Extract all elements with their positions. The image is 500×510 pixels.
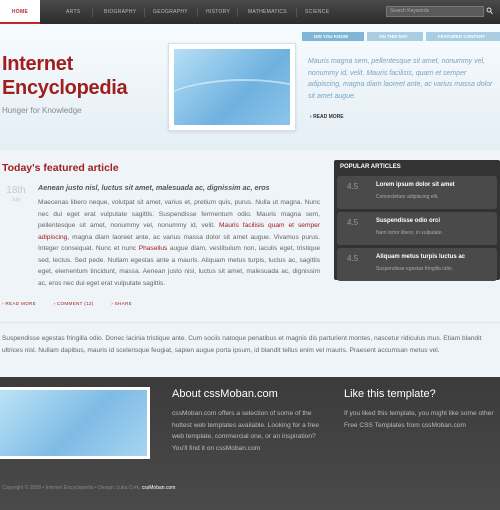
popular-articles-panel: POPULAR ARTICLES 4.5 Lorem ipsum dolor s… (334, 160, 500, 281)
article-links: › READ MORE › COMMENT (12) › SHARE (2, 301, 148, 306)
nav-divider (237, 8, 238, 17)
nav-divider (92, 8, 93, 17)
article-read-more-link[interactable]: › READ MORE (2, 301, 44, 306)
nav-home[interactable]: HOME (0, 0, 40, 24)
popular-item[interactable]: 4.5 Suspendisse odio orci Nam tortor lib… (337, 212, 497, 245)
popular-subtitle: Suspendisse egestas fringilla odio. (376, 266, 453, 272)
copyright-link[interactable]: cssMoban.com (142, 485, 176, 491)
date-day: 18th (6, 185, 26, 196)
nav-arts[interactable]: ARTS (66, 0, 80, 24)
article-body: Maecenas libero neque, volutpat sit amet… (38, 199, 320, 287)
site-title: Internet Encyclopedia (2, 52, 128, 100)
comment-link[interactable]: › COMMENT (12) (54, 301, 102, 306)
nav-history[interactable]: HISTORY (206, 0, 230, 24)
popular-item[interactable]: 4.5 Lorem ipsum dolor sit amet Consectet… (337, 176, 497, 209)
like-text: If you liked this template, you might li… (344, 410, 494, 429)
date-month: July (11, 197, 21, 203)
like-heading: Like this template? (344, 388, 436, 400)
footer-image (0, 387, 150, 459)
nav-divider (296, 8, 297, 17)
nav-mathematics[interactable]: MATHEMATICS (248, 0, 287, 24)
nav-divider (197, 8, 198, 17)
popular-rating: 4.5 (347, 254, 359, 263)
hero-read-more-link[interactable]: › READ MORE (310, 114, 344, 120)
site-title-line2: Encyclopedia (2, 77, 128, 99)
popular-heading: POPULAR ARTICLES (340, 164, 401, 170)
article-link[interactable]: Phasellus (139, 245, 168, 252)
article-date: 18th July (4, 185, 28, 203)
tab-featured-content[interactable]: FEATURED CONTENT (426, 32, 500, 41)
tab-on-this-day[interactable]: ON THIS DAY (367, 32, 423, 41)
hero-text: Mauris magna sem, pellentesque sit amet,… (308, 58, 493, 100)
nav-science[interactable]: SCIENCE (305, 0, 329, 24)
secondary-paragraph: Suspendisse egestas fringilla odio. Done… (2, 335, 482, 354)
popular-rating: 4.5 (347, 218, 359, 227)
article-subtitle: Aenean justo nisl, luctus sit amet, male… (38, 183, 270, 192)
search-input[interactable]: Search Keywords (386, 6, 484, 17)
search-icon (486, 7, 493, 15)
nav-biography[interactable]: BIOGRAPHY (104, 0, 136, 24)
search-button[interactable] (486, 7, 494, 16)
section-divider (0, 322, 500, 323)
popular-title: Aliquam metus turpis luctus ac (376, 254, 466, 260)
site-tagline: Hunger for Knowledge (2, 106, 82, 115)
featured-heading: Today's featured article (2, 162, 119, 174)
top-navigation: HOME ARTS BIOGRAPHY GEOGRAPHY HISTORY MA… (0, 0, 500, 24)
popular-title: Suspendisse odio orci (376, 218, 441, 224)
share-link[interactable]: › SHARE (111, 301, 140, 306)
hero-image (168, 43, 296, 131)
copyright: Copyright © 2008 • Internet Encyclopedia… (2, 485, 176, 491)
site-title-line1: Internet (2, 53, 73, 75)
popular-subtitle: Consectetuer adipiscing elit. (376, 194, 439, 200)
about-heading: About cssMoban.com (172, 388, 278, 400)
popular-subtitle: Nam tortor libero, in vulputate. (376, 230, 443, 236)
popular-rating: 4.5 (347, 182, 359, 191)
about-text: cssMoban.com offers a selection of some … (172, 410, 319, 452)
nav-divider (144, 8, 145, 17)
nav-geography[interactable]: GEOGRAPHY (153, 0, 188, 24)
popular-item[interactable]: 4.5 Aliquam metus turpis luctus ac Suspe… (337, 248, 497, 281)
tab-did-you-know[interactable]: DID YOU KNOW (302, 32, 364, 41)
popular-title: Lorem ipsum dolor sit amet (376, 182, 455, 188)
